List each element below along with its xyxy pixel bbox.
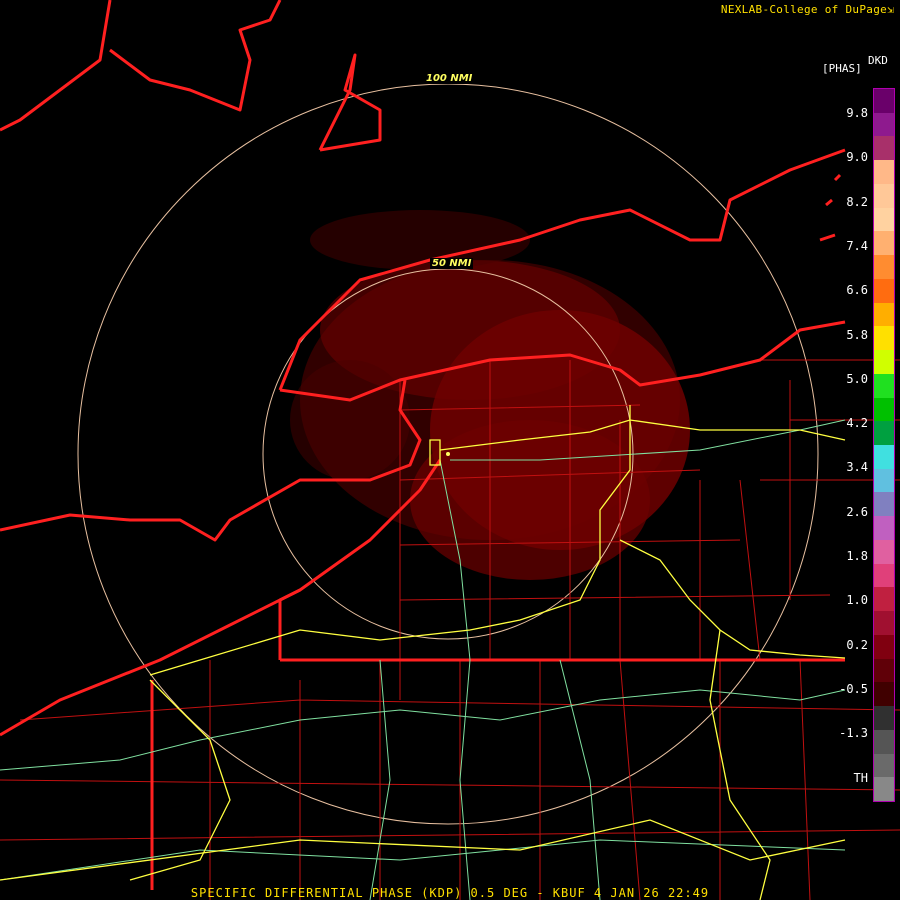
color-scale-segment: [874, 492, 894, 517]
color-scale-segment: [874, 777, 894, 802]
color-scale-tick-label: 3.4: [846, 460, 868, 475]
ring-label-100: 100 NMI: [424, 73, 475, 84]
color-scale-segment: [874, 468, 894, 493]
color-scale-tick-label: 4.2: [846, 416, 868, 431]
color-scale-tick-label: -1.3: [839, 726, 868, 741]
color-scale-tick-label: 5.8: [846, 327, 868, 342]
color-scale-segment: [874, 611, 894, 636]
color-scale-segment: [874, 136, 894, 161]
color-scale-tick-label: 1.0: [846, 593, 868, 608]
color-scale-segment: [874, 658, 894, 683]
color-scale-tick-label: 8.2: [846, 194, 868, 209]
color-scale-segment: [874, 89, 894, 114]
radar-map[interactable]: [0, 0, 900, 900]
radar-site-marker: [446, 452, 450, 456]
color-scale-segment: [874, 326, 894, 351]
color-scale-segment: [874, 350, 894, 375]
color-scale-tick-label: TH: [853, 770, 868, 785]
color-scale-segment: [874, 160, 894, 185]
color-scale-segment: [874, 231, 894, 256]
credit-text: NEXLAB-College of DuPage: [720, 3, 888, 16]
product-code: DKD: [868, 54, 888, 67]
color-scale-tick-label: -0.5: [839, 681, 868, 696]
color-scale-segment: [874, 516, 894, 541]
product-caption: SPECIFIC DIFFERENTIAL PHASE (KDP) 0.5 DE…: [190, 886, 710, 900]
color-scale-segment: [874, 302, 894, 327]
color-scale-tick-label: 7.4: [846, 238, 868, 253]
color-scale-segment: [874, 753, 894, 778]
color-scale-segment: [874, 278, 894, 304]
color-scale-tick-label: 5.0: [846, 371, 868, 386]
color-scale-tick-label: 9.8: [846, 106, 868, 120]
color-scale-segment: [874, 563, 894, 588]
color-scale-tick-label: 0.2: [846, 637, 868, 652]
color-scale-segment: [874, 706, 894, 731]
color-scale-tick-label: 1.8: [846, 549, 868, 563]
units-label: [PHAS]: [822, 62, 862, 75]
color-scale-segment: [874, 634, 894, 660]
color-scale-segment: [874, 207, 894, 232]
color-scale-segment: [874, 421, 894, 446]
color-scale-segment: [874, 445, 894, 470]
color-scale-segment: [874, 112, 894, 137]
color-scale-segment: [874, 682, 894, 707]
color-scale-segment: [874, 397, 894, 422]
color-scale-segment: [874, 729, 894, 755]
color-scale-segment: [874, 183, 894, 209]
color-scale-tick-label: 2.6: [846, 504, 868, 519]
color-scale-segment: [874, 255, 894, 280]
color-scale-segment: [874, 373, 894, 399]
color-scale-bar: [873, 88, 895, 802]
credit-header: NEXLAB-College of DuPage⇲: [721, 3, 894, 16]
color-scale-tick-label: 6.6: [846, 283, 868, 298]
color-scale-segment: [874, 587, 894, 612]
color-scale-segment: [874, 539, 894, 565]
color-scale-tick-label: 9.0: [846, 150, 868, 165]
resize-corner-icon[interactable]: ⇲: [887, 3, 894, 16]
ring-label-50: 50 NMI: [430, 258, 474, 269]
